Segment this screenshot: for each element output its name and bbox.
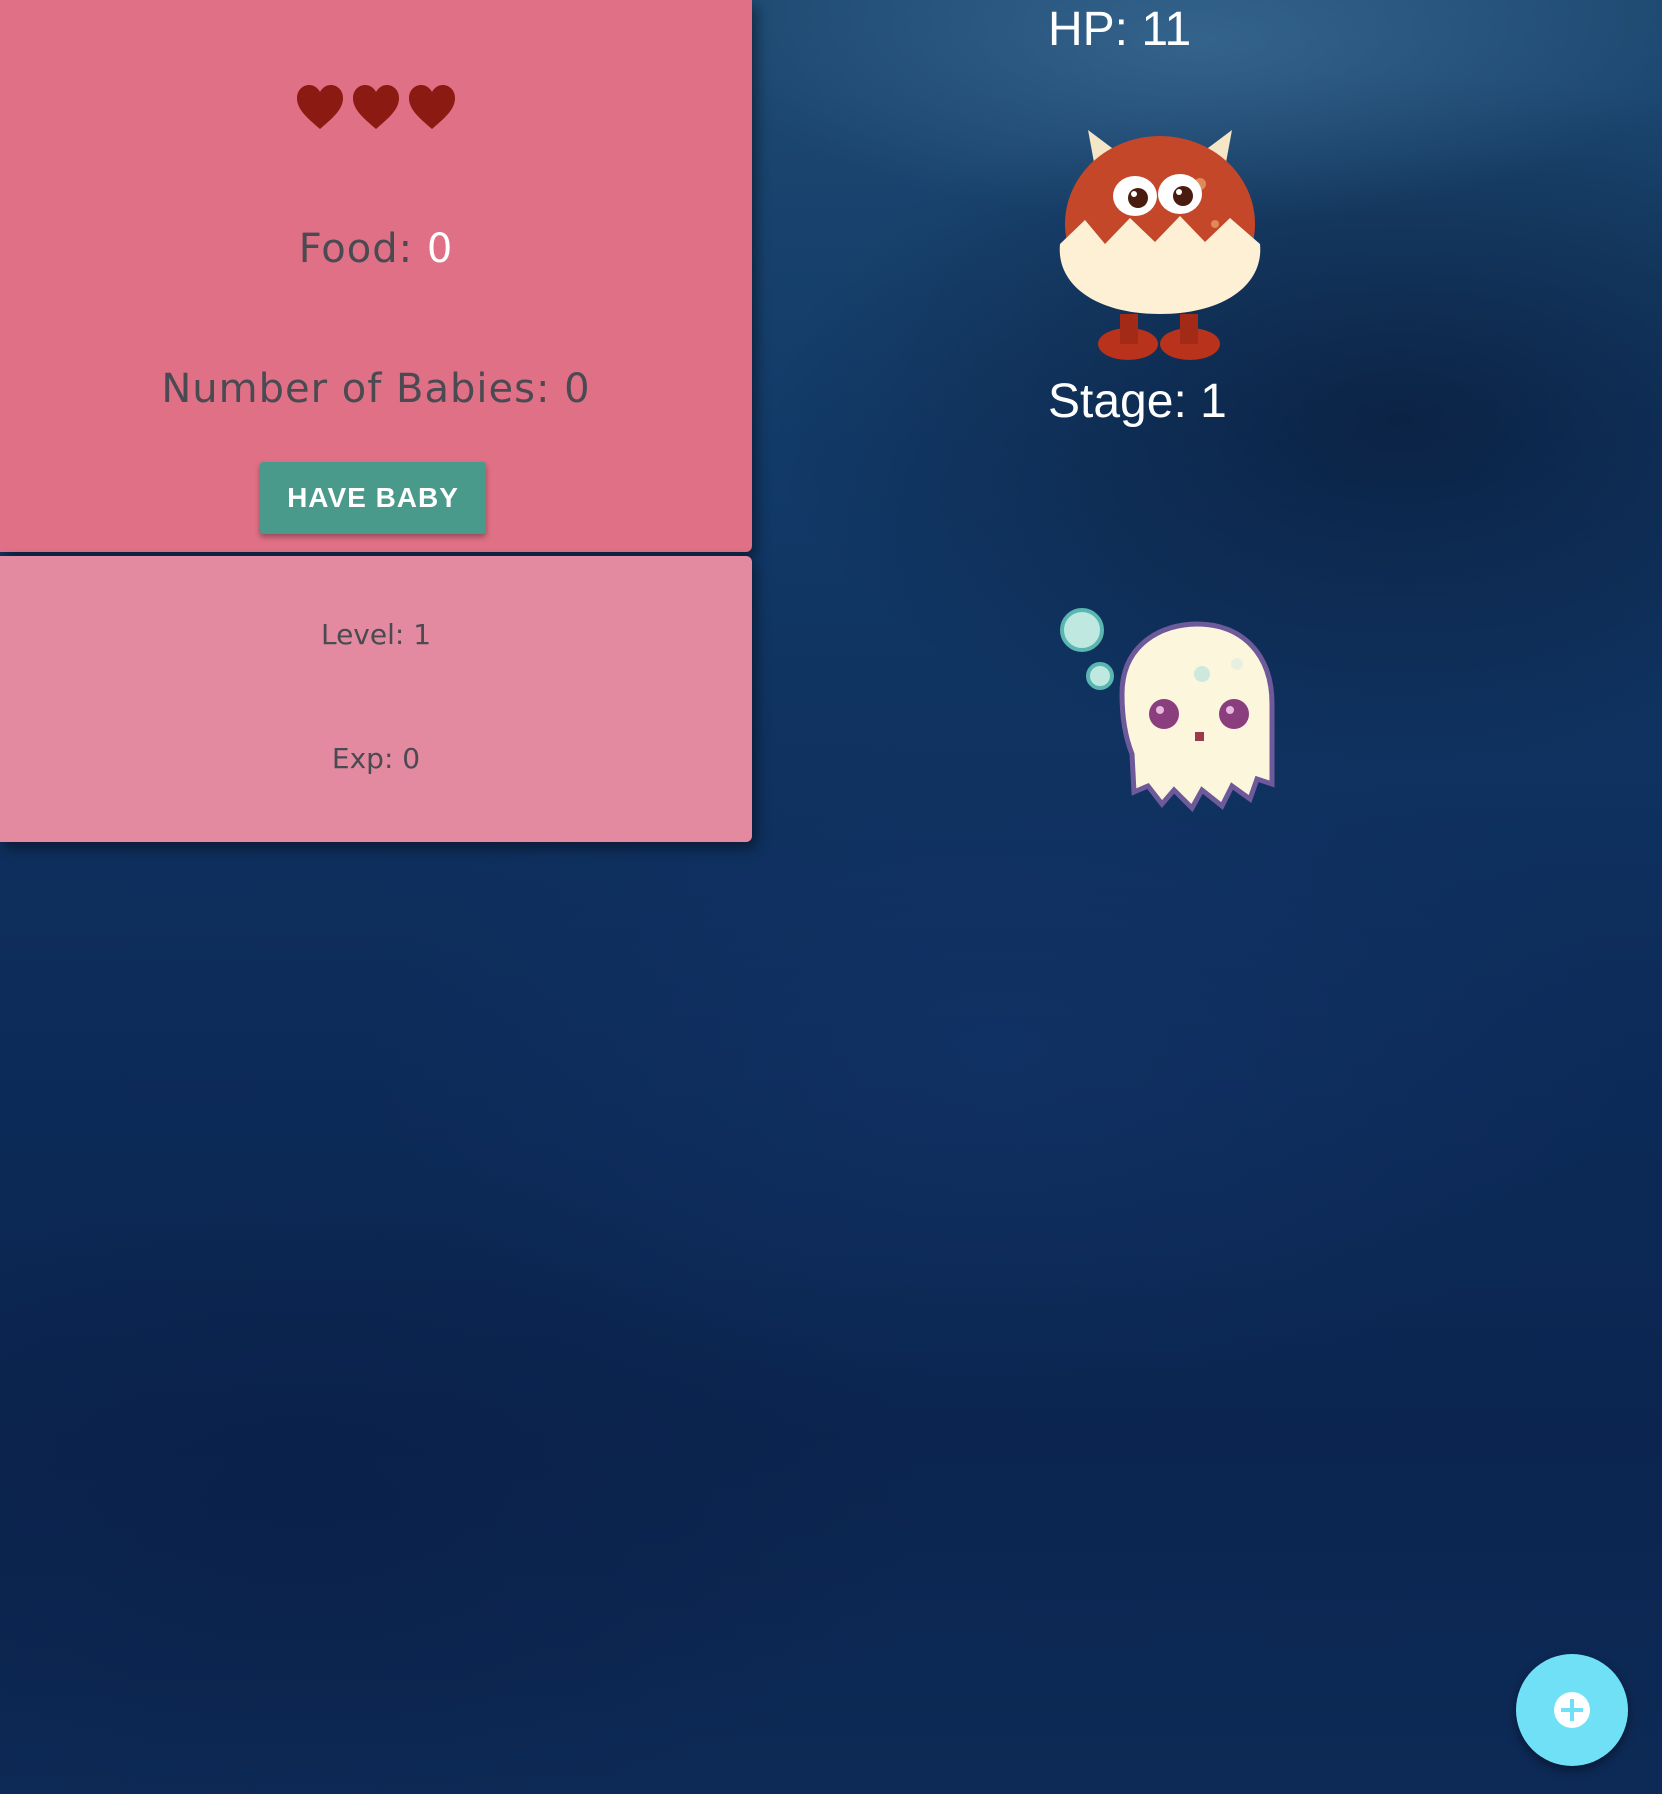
stage-text: Stage: 1 (1048, 375, 1227, 428)
lives-hearts (0, 85, 752, 131)
food-stat: Food: 0 (0, 226, 752, 272)
have-baby-button[interactable]: HAVE BABY (260, 462, 486, 534)
food-value: 0 (426, 226, 454, 272)
exp-stat: Exp: 0 (331, 742, 421, 775)
plus-icon (1554, 1692, 1590, 1728)
hp-text: HP: 11 (1048, 3, 1192, 56)
ghost-sprite[interactable] (1052, 604, 1292, 814)
heart-icon (408, 85, 456, 131)
stats-panel: Food: 0 Number of Babies: 0 HAVE BABY (0, 0, 752, 552)
level-panel (0, 556, 752, 842)
food-label: Food: (298, 226, 414, 272)
level-stat: Level: 1 (320, 618, 432, 651)
add-button[interactable] (1516, 1654, 1628, 1766)
heart-icon (352, 85, 400, 131)
heart-icon (296, 85, 344, 131)
babies-stat: Number of Babies: 0 (0, 366, 752, 412)
babies-label: Number of Babies: (161, 366, 551, 412)
monster-sprite[interactable] (1050, 124, 1270, 364)
babies-value: 0 (564, 366, 591, 412)
